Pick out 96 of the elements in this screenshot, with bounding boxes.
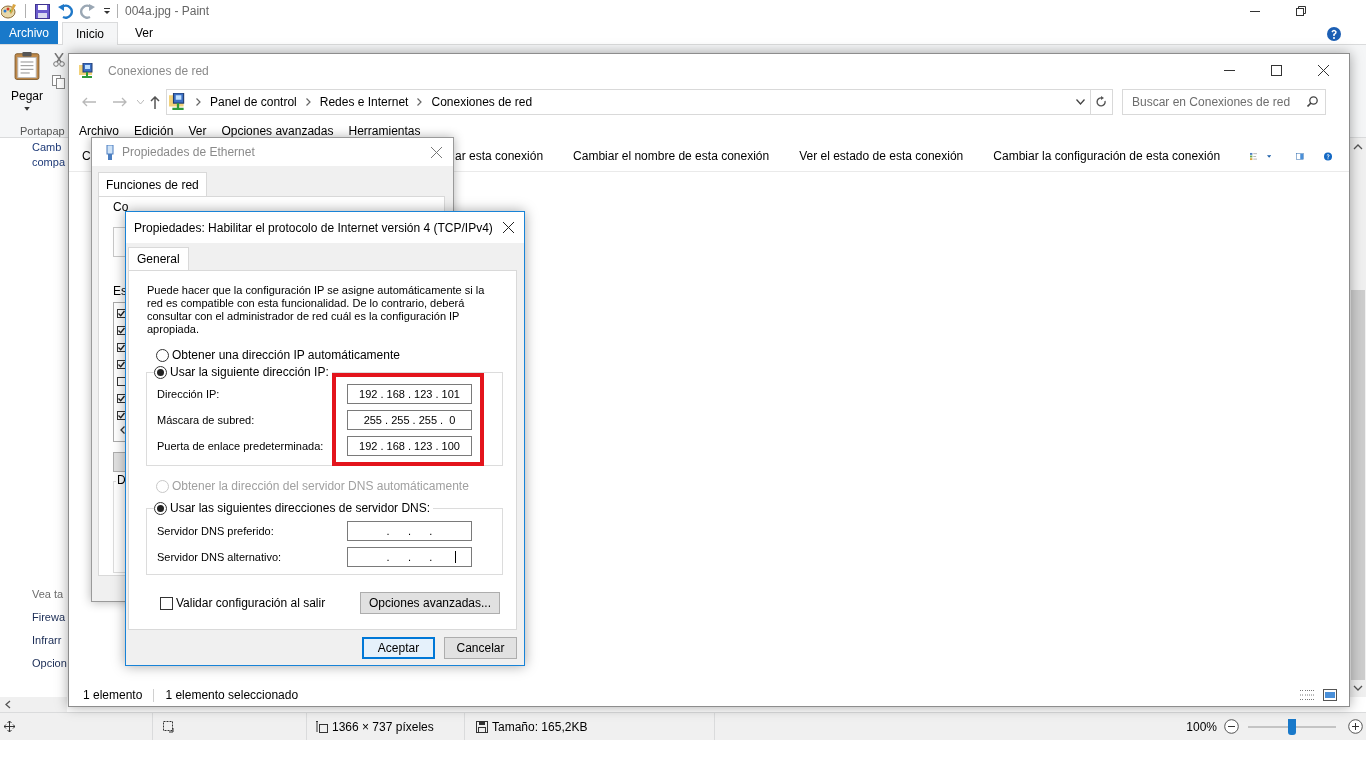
zoom-slider[interactable] [1248,718,1336,735]
help-icon[interactable] [1327,27,1341,41]
network-folder-icon [169,93,187,111]
network-adapter-icon [106,144,114,160]
vertical-scrollbar[interactable] [1350,138,1366,697]
item-count: 1 elemento [83,687,143,704]
field-label: Dirección IP: [157,386,220,402]
file-size: Tamaño: 165,2KB [492,718,588,736]
menu-item[interactable]: Edición [134,122,174,140]
group-label: Portapap [20,124,65,139]
tab[interactable]: General [128,247,189,270]
palette-icon[interactable] [1,3,17,19]
link-text[interactable]: compa [32,155,66,170]
chevron-down-icon[interactable] [1076,99,1085,105]
ribbon-tab[interactable]: Inicio [62,22,119,45]
search-icon[interactable] [1307,96,1318,107]
advanced-options-button[interactable]: Opciones avanzadas... [359,592,500,614]
link-text[interactable]: Firewa [32,610,65,625]
ip-address-field[interactable]: . . . [347,547,472,567]
field-label: Máscara de subred: [157,412,255,428]
paste-label[interactable]: Pegar [11,87,43,106]
checkbox-label: Validar configuración al salir [176,595,326,612]
close-icon[interactable] [1318,65,1329,76]
field-label: Puerta de enlace predeterminada: [157,438,324,454]
caret-icon[interactable] [24,107,30,111]
toolbar-command[interactable]: Ver el estado de esta conexión [799,147,964,165]
zoom-in-icon[interactable] [1348,719,1363,734]
selection-count: 1 elemento seleccionado [165,687,299,704]
toolbar-command[interactable]: Cambiar la configuración de esta conexión [993,147,1221,165]
tab[interactable]: Funciones de red [98,172,207,196]
scissors-icon[interactable] [53,53,65,67]
menu-item[interactable]: Opciones avanzadas [221,122,334,140]
canvas-size-icon [316,720,328,733]
cancel-button[interactable]: Cancelar [444,637,517,659]
radio-button[interactable] [156,348,169,362]
dialog-title: Propiedades: Habilitar el protocolo de Internet versión 4 (TCP/IPv4) [134,219,493,237]
checkbox[interactable] [160,596,173,610]
copy-icon[interactable] [52,75,66,89]
slider-thumb[interactable] [1288,718,1296,735]
menu-item[interactable]: Archivo [79,122,119,140]
file-menu-tab[interactable]: Archivo [0,21,58,44]
search-field[interactable]: Buscar en Conexiones de red [1122,89,1326,115]
field-label: Co [113,200,129,214]
ip-address-field[interactable]: 192 . 168 . 123 . 101 [347,384,472,404]
dialog-title: Propiedades de Ethernet [122,144,255,161]
details-view-icon[interactable] [1300,689,1315,701]
radio-button[interactable] [154,501,167,515]
maximize-icon[interactable] [1271,65,1282,76]
large-icons-view-icon[interactable] [1323,689,1337,701]
up-arrow-icon[interactable] [150,95,160,109]
ip-address-field[interactable]: 255 . 255 . 255 . 0 [347,410,472,430]
ip-address-field[interactable]: . . . [347,521,472,541]
ribbon-tab[interactable]: Ver [122,21,167,44]
menu-item[interactable]: Herramientas [348,122,421,140]
breadcrumb-item[interactable]: Conexiones de red [431,93,533,111]
chevron-right-icon[interactable] [305,98,311,106]
refresh-icon [1096,96,1107,108]
caret-icon[interactable] [103,7,111,15]
toolbar-command[interactable]: Cambiar el nombre de esta conexión [573,147,770,165]
toolbar-command[interactable]: ar esta conexión [455,147,544,165]
link-text[interactable]: Infrarr [32,633,62,648]
ok-button[interactable]: Aceptar [362,637,435,659]
chevron-right-icon[interactable] [196,98,201,106]
selection-icon [162,720,175,733]
description-text: Puede hacer que la configuración IP se asigne automáticamente si la red es compatible con esta funcionalidad. De lo contrario, deberá consultar con el administrador de red cuál es la configuración IP apropiada. [147,284,486,336]
radio-label: Usar las siguientes direcciones de servidor DNS: [170,500,431,517]
radio-button[interactable] [154,365,167,379]
undo-icon[interactable] [58,3,73,19]
breadcrumb-item[interactable]: Panel de control [210,93,297,111]
close-icon[interactable] [503,222,514,233]
link-text[interactable]: Camb [32,140,62,155]
field-label: Servidor DNS preferido: [157,523,274,539]
clipboard-icon[interactable] [13,51,41,81]
save-icon[interactable] [35,3,50,19]
save-icon [476,720,488,733]
window-title: Conexiones de red [108,62,209,80]
menu-item[interactable]: Ver [188,122,207,140]
breadcrumb-item[interactable]: Redes e Internet [319,93,409,111]
move-icon [4,721,15,732]
address-bar[interactable]: Panel de control Redes e Internet Conexiones de red [166,89,1113,115]
scrollbar-thumb[interactable] [1351,290,1365,680]
restore-icon[interactable] [1296,6,1306,16]
zoom-out-icon[interactable] [1224,719,1239,734]
field-label: Servidor DNS alternativo: [157,549,282,565]
horizontal-scrollbar[interactable] [0,697,67,712]
window-title: 004a.jpg - Paint [125,3,210,20]
radio-label: Obtener una dirección IP automáticamente [172,347,400,364]
zoom-percentage: 100% [1186,718,1217,736]
radio-label: Obtener la dirección del servidor DNS automáticamente [172,478,469,495]
chevron-right-icon[interactable] [417,98,423,106]
image-dimensions: 1366 × 737 píxeles [332,718,434,736]
network-folder-icon [79,62,95,79]
ip-address-field[interactable]: 192 . 168 . 123 . 100 [347,436,472,456]
link-text[interactable]: Opcion [32,656,67,671]
section-heading: Vea ta [32,587,64,602]
radio-label: Usar la siguiente dirección IP: [170,364,329,381]
